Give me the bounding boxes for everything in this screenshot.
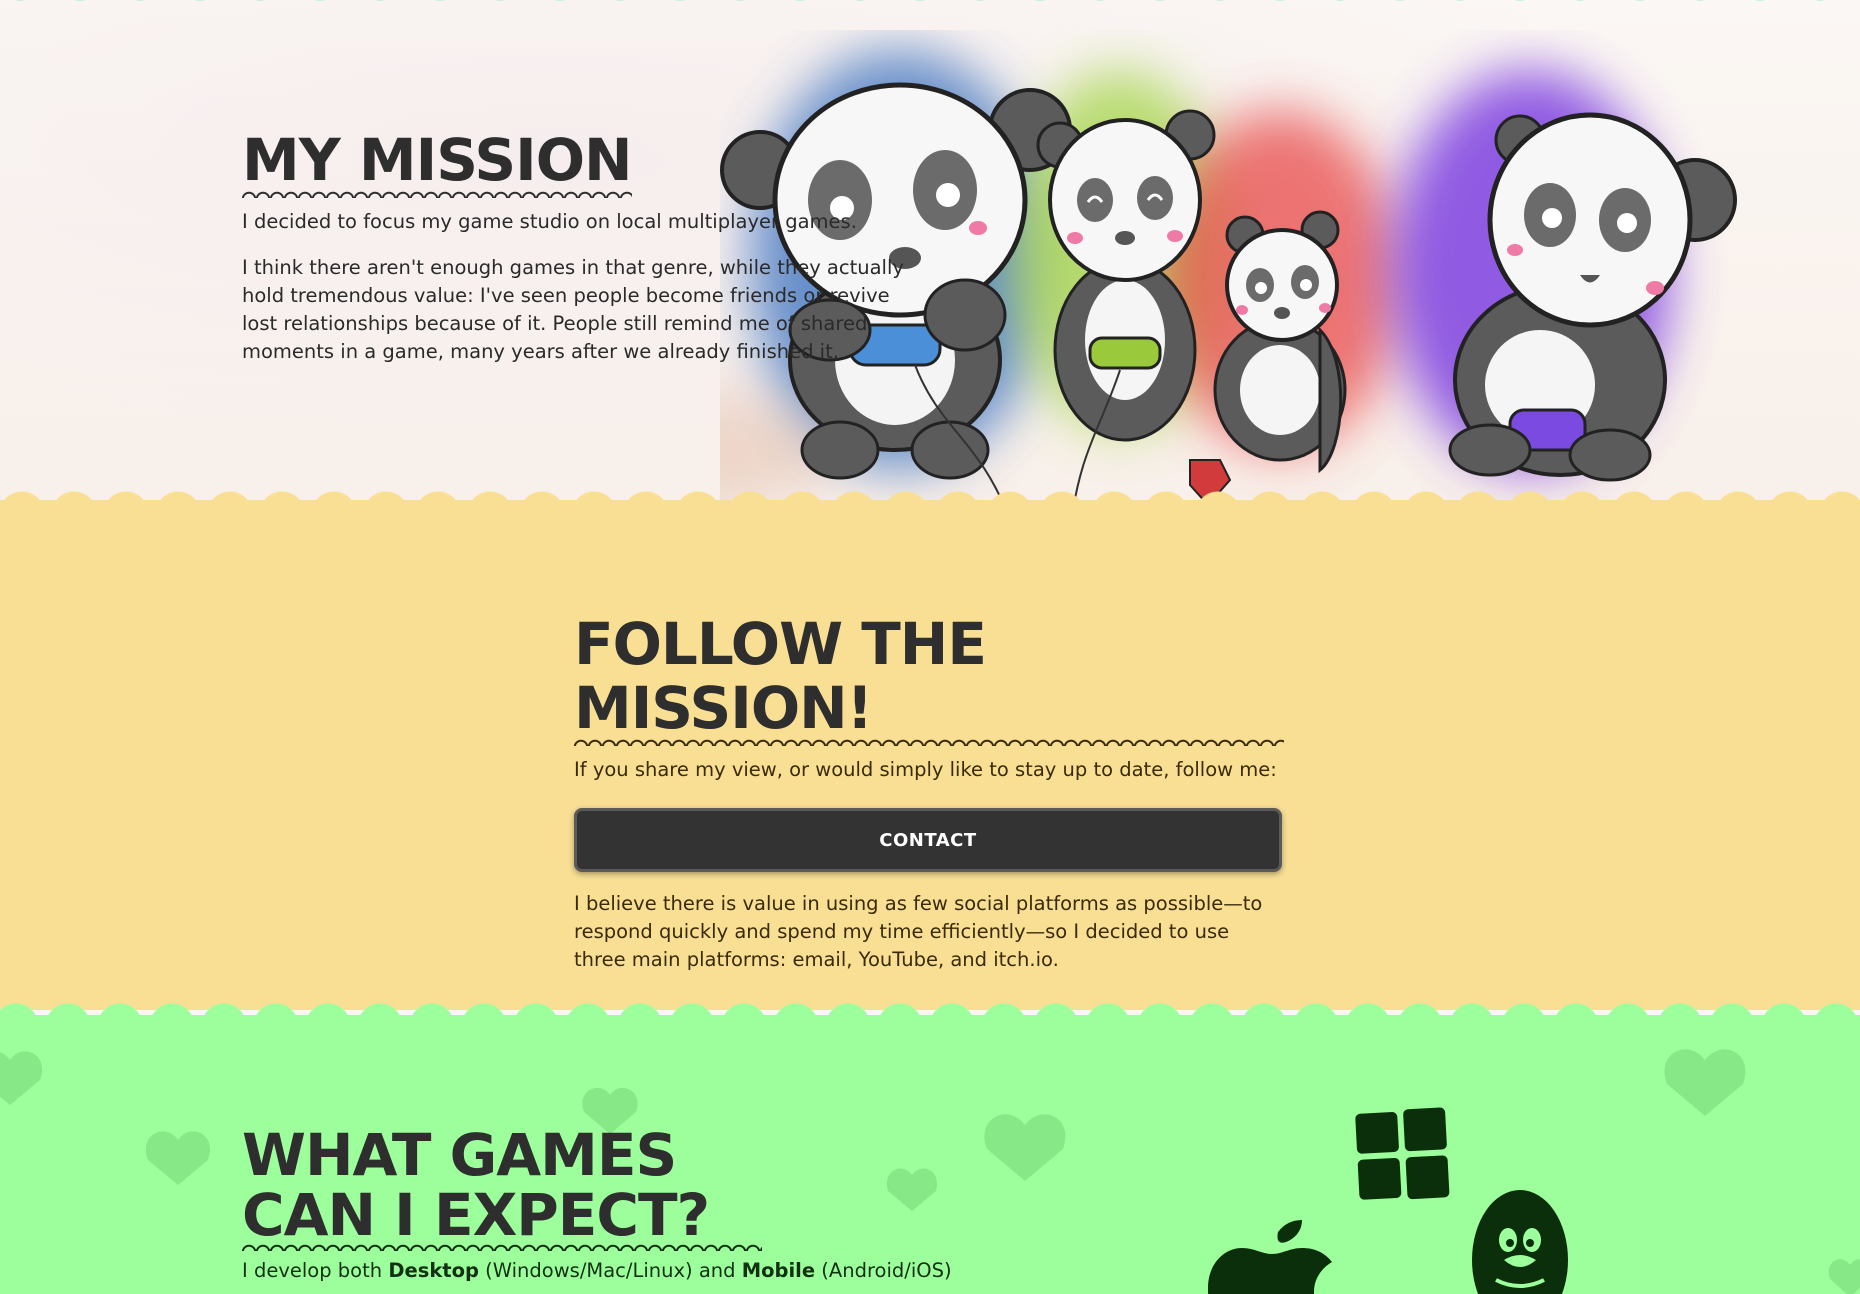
desktop-label: Desktop (388, 1259, 479, 1282)
follow-scallop-border (0, 484, 1860, 524)
platform-icons (1208, 1107, 1568, 1294)
heart-icon (145, 1131, 211, 1185)
games-title: What games can I expect? (242, 1125, 762, 1251)
heart-icon (1664, 1049, 1746, 1116)
heart-icon (1828, 1259, 1860, 1294)
top-scallop-border (0, 0, 1860, 12)
mobile-label: Mobile (741, 1259, 816, 1282)
follow-content: Follow the Mission! If you share my view… (574, 612, 1284, 974)
apple-icon (1208, 1220, 1332, 1294)
linux-icon (1472, 1190, 1568, 1294)
follow-title: Follow the Mission! (574, 612, 1284, 746)
games-intro: I develop both Desktop (Windows/Mac/Linu… (242, 1259, 952, 1282)
mission-section: My Mission I decided to focus my game st… (0, 0, 1860, 520)
page: My Mission I decided to focus my game st… (0, 0, 1860, 1294)
mission-paragraph-2: I think there aren't enough games in tha… (242, 256, 904, 363)
follow-body: I believe there is value in using as few… (574, 892, 1263, 971)
windows-icon (1355, 1107, 1450, 1200)
mission-content: My Mission I decided to focus my game st… (242, 128, 922, 366)
heart-icon (0, 1051, 42, 1105)
games-content: What games can I expect? I develop both … (242, 1125, 1002, 1285)
mission-paragraph-1: I decided to focus my game studio on loc… (242, 210, 857, 233)
follow-lead: If you share my view, or would simply li… (574, 758, 1277, 781)
contact-button[interactable]: Contact (574, 808, 1282, 872)
mission-title: My Mission (242, 128, 633, 198)
panda-green (1036, 109, 1216, 520)
